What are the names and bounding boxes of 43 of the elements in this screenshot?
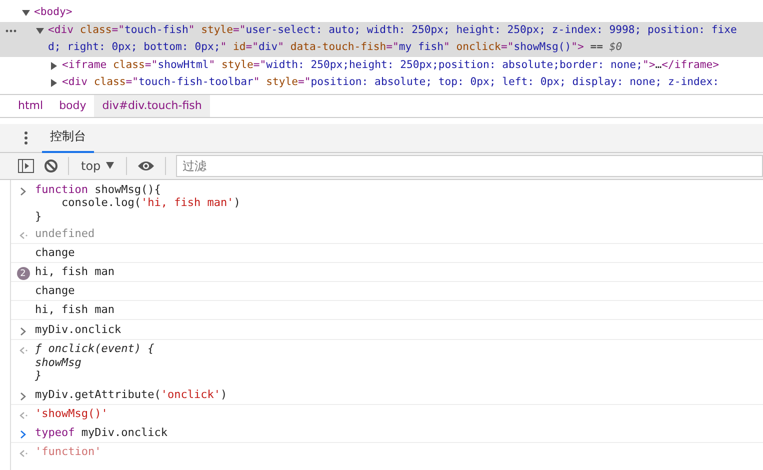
console-line: showMsg: [35, 356, 82, 369]
dropdown-caret-icon: [106, 162, 114, 169]
eye-icon[interactable]: [136, 160, 155, 172]
html-code-line[interactable]: <body>: [34, 4, 86, 22]
result-arrow-icon: [18, 231, 28, 240]
more-menu-icon[interactable]: [24, 130, 28, 144]
repeat-count-badge: 2: [16, 267, 30, 280]
console-line: change: [35, 284, 75, 298]
prompt-chevron-icon: [20, 430, 26, 438]
clear-icon[interactable]: [44, 158, 58, 172]
expanded-triangle-icon[interactable]: [22, 9, 30, 17]
console-line: function showMsg(){: [35, 182, 162, 196]
console-line: console.log('hi, fish man'): [60, 196, 240, 210]
html-code-line[interactable]: <div class="touch-fish-toolbar" style="position: absolute; top: 0px; left: 0px; display: none; z-index:: [62, 74, 733, 92]
console-line: 'function': [35, 444, 102, 458]
input-chevron-icon: [20, 186, 26, 196]
console-line: change: [35, 246, 75, 260]
context-dropdown[interactable]: top: [79, 158, 116, 172]
result-arrow-icon: [18, 346, 28, 355]
filter-field[interactable]: 过滤: [176, 154, 763, 176]
console-line: myDiv.getAttribute('onclick'): [35, 388, 228, 401]
result-arrow-icon: [18, 448, 28, 458]
html-code-line[interactable]: <iframe class="showHtml" style="width: 250px;height: 250px;position: absolute;border: none;">…</iframe>: [62, 56, 734, 74]
console-line: }: [35, 369, 43, 382]
breadcrumb[interactable]: body: [51, 94, 94, 116]
collapsed-triangle-icon[interactable]: [50, 62, 58, 70]
console-line: hi, fish man: [35, 303, 114, 316]
console-line: undefined: [35, 227, 95, 240]
result-arrow-icon: [18, 410, 28, 420]
more-icon[interactable]: [5, 28, 17, 32]
breadcrumb[interactable]: html: [10, 94, 52, 116]
console-line: ƒ onclick(event) {: [35, 342, 154, 356]
input-chevron-icon: [20, 327, 26, 336]
expanded-triangle-icon[interactable]: [36, 26, 44, 34]
console-line: }: [35, 210, 43, 223]
breadcrumb[interactable]: div#div.touch-fish: [94, 94, 210, 116]
console-line: typeof myDiv.onclick: [35, 426, 168, 439]
input-chevron-icon: [20, 392, 26, 400]
console-line: 'showMsg()': [35, 406, 108, 420]
collapsed-triangle-icon[interactable]: [50, 79, 58, 87]
sidebar-toggle-icon[interactable]: [18, 158, 34, 172]
console-line: hi, fish man: [35, 265, 114, 278]
console-line: myDiv.onclick: [35, 323, 122, 336]
